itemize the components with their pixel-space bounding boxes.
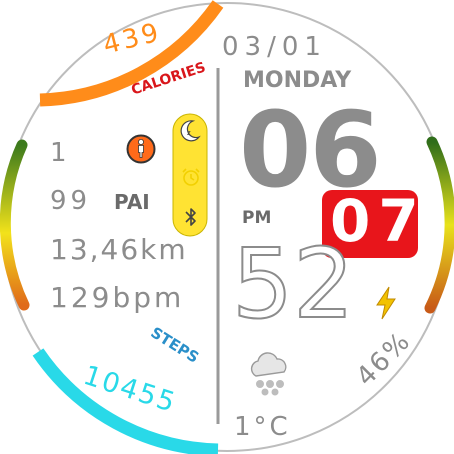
walking-person-icon[interactable] bbox=[126, 134, 156, 164]
right-gauge bbox=[424, 136, 454, 314]
temperature-text: 1°C bbox=[234, 412, 291, 442]
lightning-bolt-icon bbox=[374, 286, 398, 320]
moon-icon[interactable]: z bbox=[178, 118, 202, 144]
heart-rate-value: 129bpm bbox=[50, 281, 185, 314]
pai-value: 99 bbox=[50, 186, 92, 216]
svg-text:z: z bbox=[187, 129, 191, 137]
floors-value: 1 bbox=[50, 138, 67, 168]
distance-value: 13,46km bbox=[50, 233, 188, 266]
ampm-text: PM bbox=[242, 208, 272, 228]
left-gauge bbox=[0, 139, 30, 311]
minute-text: 52 bbox=[231, 228, 355, 340]
snow-cloud-icon bbox=[246, 352, 294, 396]
bluetooth-icon[interactable] bbox=[182, 206, 200, 228]
pai-label: PAI bbox=[114, 190, 150, 214]
date-text: 03/01 bbox=[222, 32, 327, 62]
alarm-clock-icon[interactable] bbox=[180, 166, 202, 188]
